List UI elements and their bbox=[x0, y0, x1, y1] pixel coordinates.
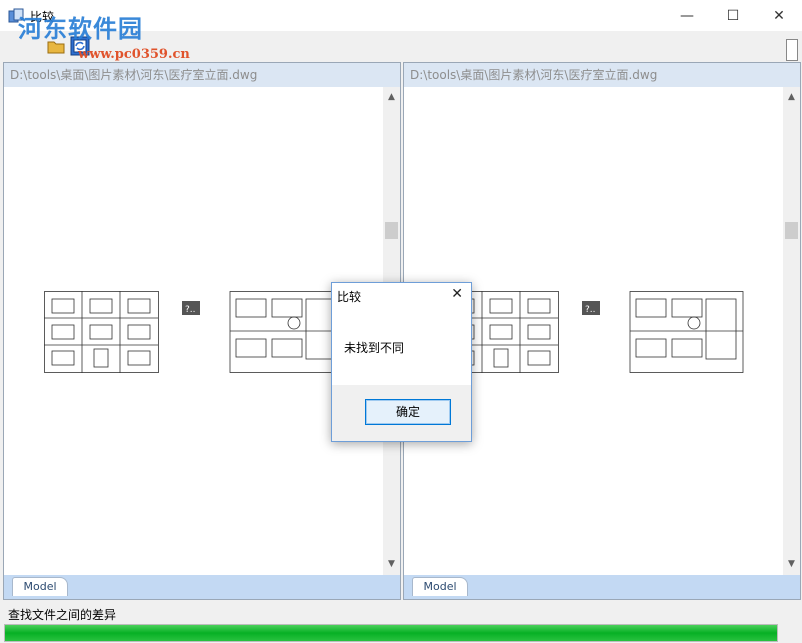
right-file-path: D:\tools\桌面\图片素材\河东\医疗室立面.dwg bbox=[404, 63, 800, 87]
dialog-footer: 确定 bbox=[332, 385, 471, 441]
left-tab-model[interactable]: Model bbox=[12, 577, 68, 596]
left-layout-tabbar: Model bbox=[4, 575, 400, 599]
progress-bar bbox=[4, 624, 778, 642]
message-dialog: 比较 ✕ 未找到不同 确定 bbox=[331, 282, 472, 442]
minimize-button[interactable]: — bbox=[664, 0, 710, 31]
watermark-logo: 河东软件园 bbox=[18, 14, 143, 43]
dialog-title: 比较 bbox=[337, 290, 362, 304]
dialog-message: 未找到不同 bbox=[344, 341, 405, 355]
scroll-down-icon[interactable]: ▼ bbox=[783, 556, 800, 573]
dialog-close-icon[interactable]: ✕ bbox=[451, 286, 463, 302]
scroll-down-icon[interactable]: ▼ bbox=[383, 556, 400, 573]
progress-fill bbox=[5, 625, 777, 641]
svg-text:?..: ?.. bbox=[185, 305, 196, 315]
close-button[interactable]: ✕ bbox=[756, 0, 802, 31]
scroll-up-icon[interactable]: ▲ bbox=[383, 89, 400, 106]
scroll-up-icon[interactable]: ▲ bbox=[783, 89, 800, 106]
right-vertical-scrollbar[interactable]: ▲ ▼ bbox=[783, 87, 800, 575]
right-tab-model[interactable]: Model bbox=[412, 577, 468, 596]
maximize-button[interactable]: ☐ bbox=[710, 0, 756, 31]
toolbar-overflow-button[interactable] bbox=[786, 39, 798, 61]
watermark-url: www.pc0359.cn bbox=[78, 47, 190, 62]
right-drawing-canvas[interactable]: ?.. bbox=[444, 291, 744, 377]
scroll-thumb[interactable] bbox=[385, 222, 398, 239]
right-layout-tabbar: Model bbox=[404, 575, 800, 599]
status-text: 查找文件之间的差异 bbox=[0, 604, 802, 626]
left-drawing-canvas[interactable]: ?.. bbox=[44, 291, 344, 377]
left-file-path: D:\tools\桌面\图片素材\河东\医疗室立面.dwg bbox=[4, 63, 400, 87]
ok-button[interactable]: 确定 bbox=[365, 399, 451, 425]
scroll-thumb[interactable] bbox=[785, 222, 798, 239]
svg-text:?..: ?.. bbox=[585, 305, 596, 315]
